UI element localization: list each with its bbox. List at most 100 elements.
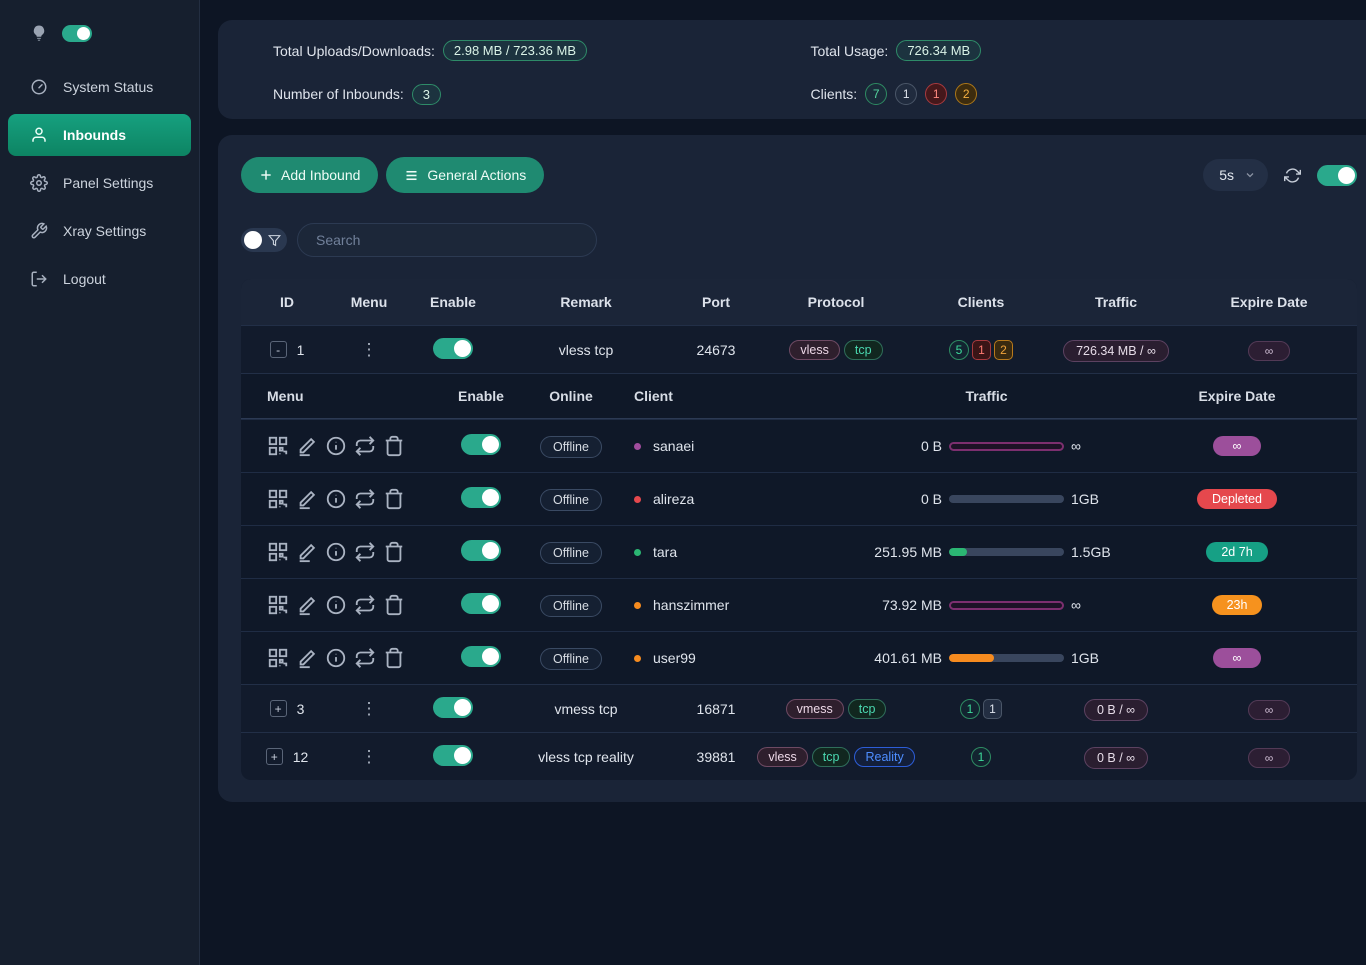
qr-code-icon[interactable]	[267, 435, 289, 457]
info-icon[interactable]	[325, 594, 347, 616]
stat-value-badge: 726.34 MB	[896, 40, 981, 61]
inbound-remark: vless tcp reality	[501, 749, 671, 765]
auto-refresh-toggle[interactable]	[1317, 165, 1357, 186]
online-status-badge: Offline	[540, 595, 602, 617]
row-menu-button[interactable]: ⋮	[361, 747, 378, 766]
reset-traffic-icon[interactable]	[354, 541, 376, 563]
clients-online-badge: 7	[865, 83, 887, 105]
stat-inbounds-count: Number of Inbounds: 3	[273, 83, 811, 105]
traffic-limit: 1GB	[1071, 491, 1117, 507]
traffic-used: 73.92 MB	[856, 597, 942, 613]
col-client: Client	[616, 388, 856, 404]
edit-icon[interactable]	[296, 435, 318, 457]
edit-icon[interactable]	[296, 647, 318, 669]
inbound-id: 3	[297, 701, 305, 717]
sidebar-item-inbounds[interactable]: Inbounds	[8, 114, 191, 156]
delete-icon[interactable]	[383, 541, 405, 563]
sidebar-item-xray-settings[interactable]: Xray Settings	[0, 210, 199, 252]
traffic-used: 251.95 MB	[856, 544, 942, 560]
collapse-row-button[interactable]: -	[270, 341, 287, 358]
traffic-used: 0 B	[856, 438, 942, 454]
clients-total-badge: 1	[895, 83, 917, 105]
chevron-down-icon	[1244, 169, 1256, 181]
inbound-remark: vmess tcp	[501, 701, 671, 717]
edit-icon[interactable]	[296, 594, 318, 616]
col-remark: Remark	[501, 294, 671, 310]
delete-icon[interactable]	[383, 435, 405, 457]
reset-traffic-icon[interactable]	[354, 594, 376, 616]
enable-toggle[interactable]	[433, 338, 473, 359]
qr-code-icon[interactable]	[267, 488, 289, 510]
expand-row-button[interactable]: +	[266, 748, 283, 765]
table-header: ID Menu Enable Remark Port Protocol Clie…	[241, 279, 1357, 325]
filter-toggle[interactable]	[241, 228, 287, 252]
traffic-bar	[949, 495, 1064, 503]
general-actions-button[interactable]: General Actions	[386, 157, 544, 193]
traffic-limit: 1.5GB	[1071, 544, 1117, 560]
sidebar-item-panel-settings[interactable]: Panel Settings	[0, 162, 199, 204]
client-expire-badge: 23h	[1212, 595, 1263, 615]
row-menu-button[interactable]: ⋮	[361, 699, 378, 718]
row-menu-button[interactable]: ⋮	[361, 340, 378, 359]
clients-online-count: 1	[960, 699, 980, 719]
sidebar-item-label: Panel Settings	[63, 175, 153, 191]
traffic-used: 401.61 MB	[856, 650, 942, 666]
user-icon	[30, 126, 48, 144]
client-name: alireza	[653, 491, 694, 507]
qr-code-icon[interactable]	[267, 594, 289, 616]
client-enable-toggle[interactable]	[461, 646, 501, 667]
refresh-interval-select[interactable]: 5s	[1203, 159, 1268, 191]
transport-badge: tcp	[844, 340, 883, 360]
theme-toggle[interactable]	[62, 25, 92, 42]
delete-icon[interactable]	[383, 594, 405, 616]
refresh-icon[interactable]	[1284, 167, 1301, 184]
info-icon[interactable]	[325, 647, 347, 669]
edit-icon[interactable]	[296, 541, 318, 563]
logout-icon	[30, 270, 48, 288]
info-icon[interactable]	[325, 488, 347, 510]
reset-traffic-icon[interactable]	[354, 647, 376, 669]
client-name: tara	[653, 544, 677, 560]
client-row: Offline alireza 0 B 1GB Depleted	[241, 472, 1357, 525]
delete-icon[interactable]	[383, 647, 405, 669]
reset-traffic-icon[interactable]	[354, 488, 376, 510]
client-enable-toggle[interactable]	[461, 540, 501, 561]
traffic-bar	[949, 654, 1064, 662]
expand-row-button[interactable]: +	[270, 700, 287, 717]
info-icon[interactable]	[325, 435, 347, 457]
stat-label: Clients:	[811, 86, 858, 102]
stat-total-updown: Total Uploads/Downloads: 2.98 MB / 723.3…	[273, 40, 811, 61]
client-expire-badge: Depleted	[1197, 489, 1277, 509]
reset-traffic-icon[interactable]	[354, 435, 376, 457]
client-name: sanaei	[653, 438, 694, 454]
reality-badge: Reality	[854, 747, 914, 767]
inbounds-table: ID Menu Enable Remark Port Protocol Clie…	[241, 279, 1357, 780]
client-expire-badge: ∞	[1213, 436, 1261, 456]
search-input[interactable]	[297, 223, 597, 257]
qr-code-icon[interactable]	[267, 647, 289, 669]
clients-expiring-badge: 2	[955, 83, 977, 105]
client-enable-toggle[interactable]	[461, 434, 501, 455]
enable-toggle[interactable]	[433, 697, 473, 718]
protocol-badge: vmess	[786, 699, 844, 719]
sidebar-item-system-status[interactable]: System Status	[0, 66, 199, 108]
delete-icon[interactable]	[383, 488, 405, 510]
info-icon[interactable]	[325, 541, 347, 563]
inbound-id: 12	[293, 749, 309, 765]
stat-value-badge: 3	[412, 84, 441, 105]
clients-total-count: 1	[983, 699, 1002, 719]
traffic-badge: 726.34 MB / ∞	[1063, 340, 1169, 362]
sidebar-item-logout[interactable]: Logout	[0, 258, 199, 300]
refresh-interval-value: 5s	[1219, 167, 1234, 183]
qr-code-icon[interactable]	[267, 541, 289, 563]
enable-toggle[interactable]	[433, 745, 473, 766]
clients-online-count: 5	[949, 340, 969, 360]
client-enable-toggle[interactable]	[461, 487, 501, 508]
protocol-badge: vless	[789, 340, 839, 360]
add-inbound-button[interactable]: Add Inbound	[241, 157, 378, 193]
client-enable-toggle[interactable]	[461, 593, 501, 614]
inbound-row: + 3 ⋮ vmess tcp 16871 vmess tcp 1 1 0 B …	[241, 684, 1357, 732]
expire-badge: ∞	[1248, 700, 1291, 720]
traffic-bar	[949, 442, 1064, 451]
edit-icon[interactable]	[296, 488, 318, 510]
